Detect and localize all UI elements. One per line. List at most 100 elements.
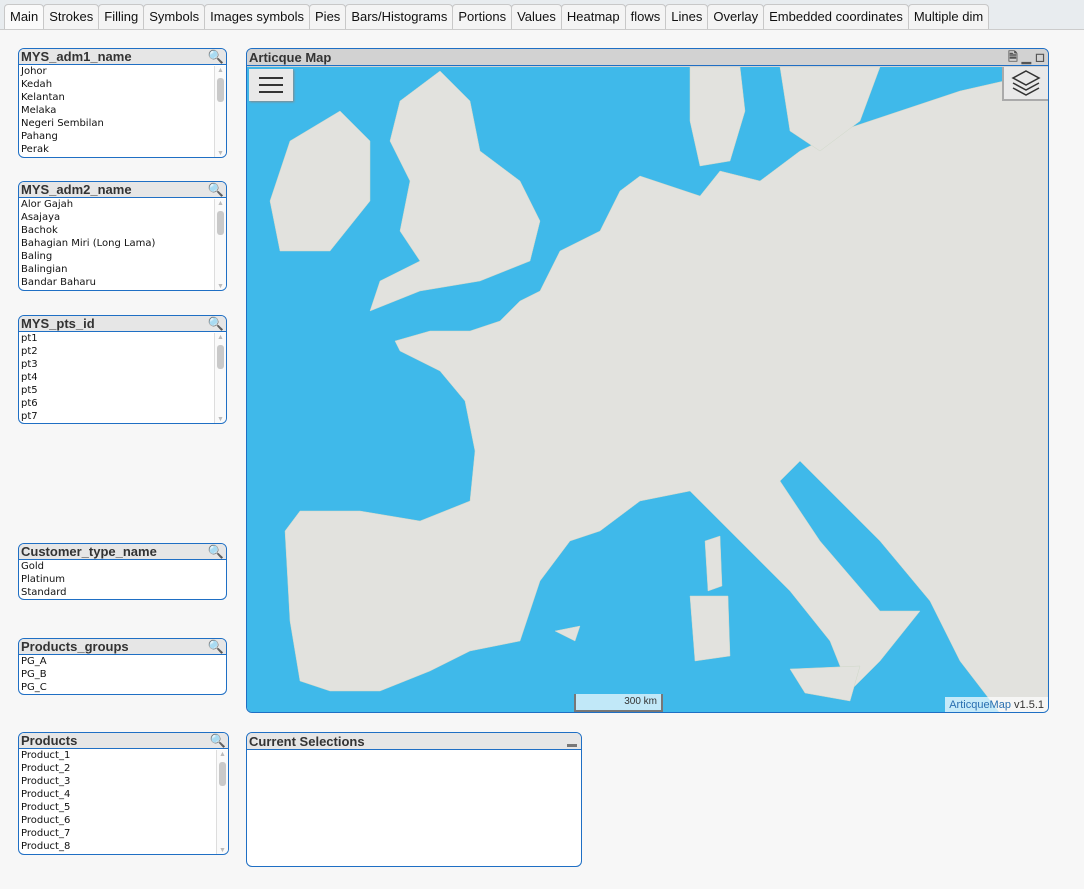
listbox-title: Products_groups 🔍 [19, 639, 226, 655]
list-item[interactable]: pt4 [21, 371, 226, 384]
list-item[interactable]: Product_7 [21, 827, 228, 840]
scroll-thumb[interactable] [219, 762, 226, 786]
list-item[interactable]: PG_A [21, 655, 226, 668]
list-item[interactable]: pt1 [21, 332, 226, 345]
scrollbar[interactable]: ▲ ▼ [214, 66, 226, 157]
list-item[interactable]: Bachok [21, 224, 226, 237]
list-item[interactable]: Product_5 [21, 801, 228, 814]
list-item[interactable]: pt7 [21, 410, 226, 423]
list-item[interactable]: pt6 [21, 397, 226, 410]
list-item[interactable]: Baling [21, 250, 226, 263]
tab-multiple-dim[interactable]: Multiple dim [907, 4, 990, 29]
list-item[interactable]: Product_4 [21, 788, 228, 801]
search-icon[interactable]: 🔍 [208, 639, 224, 655]
listbox-title-text: MYS_adm2_name [21, 182, 132, 197]
layers-button[interactable] [1002, 67, 1048, 101]
listbox-title-text: Products_groups [21, 639, 129, 654]
list-item[interactable]: Balingian [21, 263, 226, 276]
map-menu-button[interactable] [249, 69, 293, 101]
list-item[interactable]: Product_8 [21, 840, 228, 853]
list-item[interactable]: Platinum [21, 573, 226, 586]
list-item[interactable]: Product_6 [21, 814, 228, 827]
scrollbar[interactable]: ▲ ▼ [214, 199, 226, 290]
maximize-icon[interactable]: ◻ [1035, 49, 1045, 66]
attribution-brand[interactable]: ArticqueMap [949, 699, 1011, 711]
search-icon[interactable]: 🔍 [208, 316, 224, 332]
tab-symbols[interactable]: Symbols [143, 4, 206, 29]
tab-pies[interactable]: Pies [309, 4, 347, 29]
listbox-title-text: Customer_type_name [21, 544, 157, 559]
search-icon[interactable]: 🔍 [208, 49, 224, 65]
scroll-up-icon[interactable]: ▲ [219, 751, 226, 758]
tab-lines[interactable]: Lines [665, 4, 709, 29]
tab-embedded-coordinates[interactable]: Embedded coordinates [763, 4, 909, 29]
listbox-items: PG_A PG_B PG_C [19, 655, 226, 694]
tab-bars-histograms[interactable]: Bars/Histograms [345, 4, 454, 29]
list-item[interactable]: Pahang [21, 130, 226, 143]
list-item[interactable]: Perak [21, 143, 226, 156]
listbox-items: pt1 pt2 pt3 pt4 pt5 pt6 pt7 [19, 332, 226, 423]
scrollbar[interactable]: ▲ ▼ [214, 333, 226, 423]
search-icon[interactable]: 🔍 [208, 182, 224, 198]
listbox-items: Johor Kedah Kelantan Melaka Negeri Sembilan P… [19, 65, 226, 156]
list-item[interactable]: Johor [21, 65, 226, 78]
tab-overlay[interactable]: Overlay [707, 4, 765, 29]
listbox-title: MYS_pts_id 🔍 [19, 316, 226, 332]
list-item[interactable]: Kedah [21, 78, 226, 91]
listbox-title: Customer_type_name 🔍 [19, 544, 226, 560]
list-item[interactable]: Product_3 [21, 775, 228, 788]
tab-strokes[interactable]: Strokes [43, 4, 100, 29]
scroll-down-icon[interactable]: ▼ [217, 283, 224, 290]
tab-filling[interactable]: Filling [98, 4, 145, 29]
scroll-down-icon[interactable]: ▼ [217, 416, 224, 423]
tab-flows[interactable]: flows [624, 4, 667, 29]
scale-bar: 300 km [574, 694, 663, 712]
scroll-thumb[interactable] [217, 78, 224, 102]
scroll-down-icon[interactable]: ▼ [217, 150, 224, 157]
scroll-up-icon[interactable]: ▲ [217, 200, 224, 207]
land-sicily [789, 665, 861, 702]
current-selections-panel: Current Selections [246, 732, 582, 867]
list-item[interactable]: Product_1 [21, 749, 228, 762]
list-item[interactable]: Product_2 [21, 762, 228, 775]
map-header: Articque Map 🗎 ▁ ◻ [247, 49, 1048, 66]
search-icon[interactable]: 🔍 [208, 544, 224, 560]
list-item[interactable]: Melaka [21, 104, 226, 117]
scroll-down-icon[interactable]: ▼ [219, 847, 226, 854]
listbox-mys-pts-id: MYS_pts_id 🔍 pt1 pt2 pt3 pt4 pt5 pt6 pt7 ▲ ▼ [18, 315, 227, 424]
list-item[interactable]: pt3 [21, 358, 226, 371]
tab-portions[interactable]: Portions [452, 4, 513, 29]
list-item[interactable]: Bandar Baharu [21, 276, 226, 289]
tab-images-symbols[interactable]: Images symbols [204, 4, 311, 29]
scroll-thumb[interactable] [217, 211, 224, 235]
list-item[interactable]: Asajaya [21, 211, 226, 224]
minimize-icon[interactable]: ▁ [1022, 49, 1031, 66]
minimize-icon[interactable] [567, 744, 577, 747]
tab-values[interactable]: Values [511, 4, 562, 29]
list-item[interactable]: Alor Gajah [21, 198, 226, 211]
list-item[interactable]: pt2 [21, 345, 226, 358]
listbox-customer-type-name: Customer_type_name 🔍 Gold Platinum Standard [18, 543, 227, 600]
list-item[interactable]: PG_C [21, 681, 226, 694]
export-excel-icon[interactable]: 🗎 [1008, 49, 1018, 66]
articque-map-panel: Articque Map 🗎 ▁ ◻ 300 km ArticqueMap v1… [246, 48, 1049, 713]
layers-icon [1011, 70, 1041, 96]
list-item[interactable]: PG_B [21, 668, 226, 681]
map-canvas[interactable]: 300 km ArticqueMap v1.5.1 [247, 66, 1048, 712]
scrollbar[interactable]: ▲ ▼ [216, 750, 228, 854]
search-icon[interactable]: 🔍 [210, 733, 226, 749]
list-item[interactable]: Bahagian Miri (Long Lama) [21, 237, 226, 250]
list-item[interactable]: Negeri Sembilan [21, 117, 226, 130]
listbox-items: Alor Gajah Asajaya Bachok Bahagian Miri (Lo… [19, 198, 226, 289]
land-balearics [554, 625, 581, 642]
scroll-up-icon[interactable]: ▲ [217, 334, 224, 341]
scroll-thumb[interactable] [217, 345, 224, 369]
scroll-up-icon[interactable]: ▲ [217, 67, 224, 74]
list-item[interactable]: Gold [21, 560, 226, 573]
tab-main[interactable]: Main [4, 4, 45, 29]
list-item[interactable]: pt5 [21, 384, 226, 397]
tab-heatmap[interactable]: Heatmap [560, 4, 626, 29]
land-great-britain [369, 70, 541, 312]
list-item[interactable]: Standard [21, 586, 226, 599]
list-item[interactable]: Kelantan [21, 91, 226, 104]
